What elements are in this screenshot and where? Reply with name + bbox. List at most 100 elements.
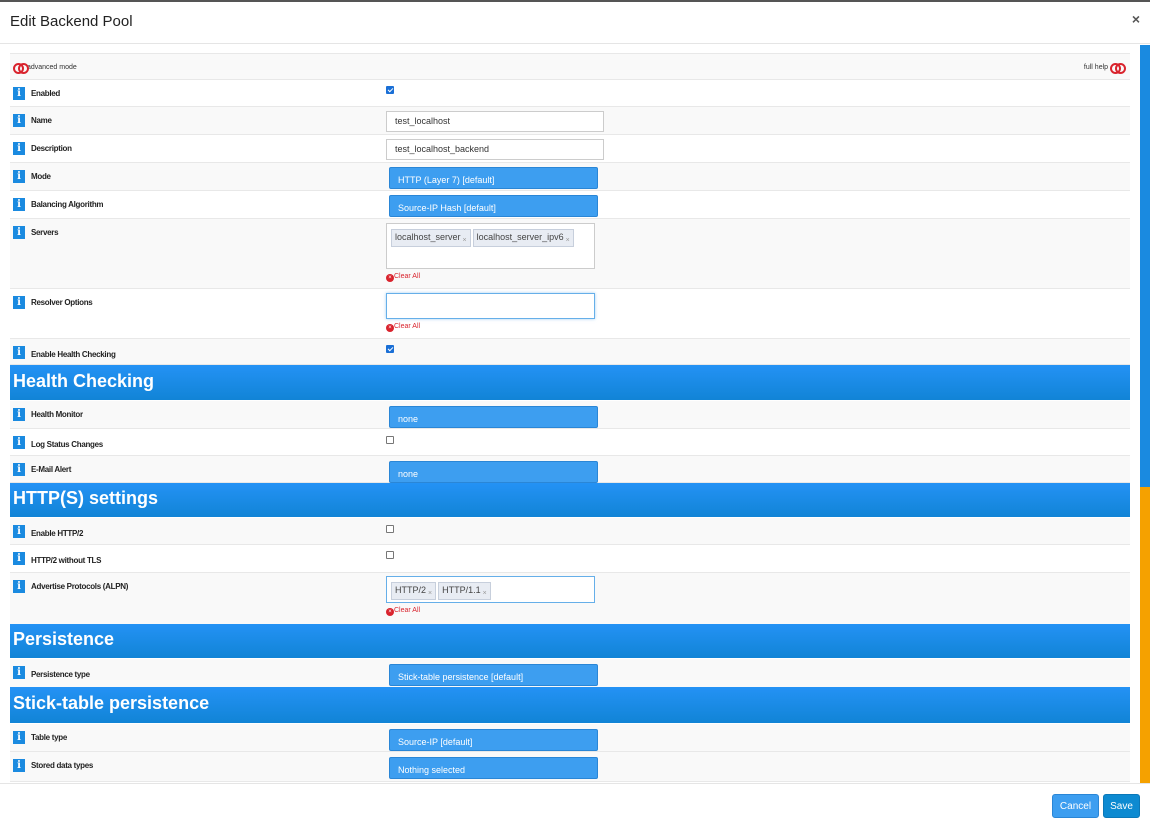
advanced-mode-toggle[interactable]: advanced mode: [13, 63, 77, 74]
toggle-icon: [13, 63, 29, 74]
mode-select[interactable]: HTTP (Layer 7) [default]: [389, 167, 598, 189]
info-icon[interactable]: i: [13, 114, 25, 127]
section-health-checking: Health Checking: [10, 365, 1130, 401]
field-label: HTTP/2 without TLS: [31, 556, 102, 565]
scrollbar-thumb[interactable]: [1140, 487, 1150, 783]
field-label: Balancing Algorithm: [31, 200, 104, 209]
info-icon[interactable]: i: [13, 170, 25, 183]
row-log-status-changes: i Log Status Changes: [10, 429, 1130, 456]
modal-header: Edit Backend Pool ×: [0, 2, 1150, 44]
section-title: Persistence: [13, 629, 115, 649]
clear-icon: ×: [386, 608, 394, 616]
close-button[interactable]: ×: [1132, 11, 1140, 27]
cancel-button[interactable]: Cancel: [1052, 794, 1099, 818]
info-icon[interactable]: i: [13, 463, 25, 476]
servers-clear-all[interactable]: × Clear All: [386, 273, 595, 282]
remove-tag-icon[interactable]: ×: [463, 237, 467, 244]
info-icon[interactable]: i: [13, 296, 25, 309]
info-icon[interactable]: i: [13, 142, 25, 155]
alpn-clear-all[interactable]: × Clear All: [386, 607, 595, 616]
scrollbar[interactable]: [1140, 45, 1150, 783]
remove-tag-icon[interactable]: ×: [483, 590, 487, 597]
balancing-algorithm-select[interactable]: Source-IP Hash [default]: [389, 195, 598, 217]
health-monitor-select[interactable]: none: [389, 406, 598, 428]
modal-footer: Cancel Save: [0, 783, 1150, 824]
field-label: Table type: [31, 733, 67, 742]
field-label: Description: [31, 144, 72, 153]
alpn-tag-input[interactable]: HTTP/2 × HTTP/1.1 ×: [386, 576, 595, 603]
info-icon[interactable]: i: [13, 87, 25, 100]
mode-bar: advanced mode full help: [10, 53, 1130, 80]
row-table-type: i Table type Source-IP [default]: [10, 724, 1130, 752]
section-title: Stick-table persistence: [13, 693, 210, 713]
row-health-monitor: i Health Monitor none: [10, 401, 1130, 429]
row-description: i Description test_localhost_backend: [10, 135, 1130, 163]
remove-tag-icon[interactable]: ×: [428, 590, 432, 597]
protocol-tag: HTTP/2 ×: [391, 582, 437, 600]
enable-health-checking-checkbox[interactable]: [386, 345, 394, 353]
section-persistence: Persistence: [10, 624, 1130, 659]
info-icon[interactable]: i: [13, 731, 25, 744]
resolver-clear-all[interactable]: × Clear All: [386, 323, 595, 332]
row-http2-without-tls: i HTTP/2 without TLS: [10, 545, 1130, 573]
log-status-changes-checkbox[interactable]: [386, 436, 394, 444]
field-label: Persistence type: [31, 670, 90, 679]
persistence-type-select[interactable]: Stick-table persistence [default]: [389, 664, 598, 686]
row-advertise-protocols: i Advertise Protocols (ALPN) HTTP/2 × HTTP…: [10, 573, 1130, 624]
field-label: Resolver Options: [31, 298, 93, 307]
info-icon[interactable]: i: [13, 580, 25, 593]
description-input[interactable]: test_localhost_backend: [386, 139, 604, 160]
info-icon[interactable]: i: [13, 198, 25, 211]
row-mode: i Mode HTTP (Layer 7) [default]: [10, 163, 1130, 191]
field-label: Name: [31, 116, 52, 125]
field-label: Enabled: [31, 89, 61, 98]
name-input[interactable]: test_localhost: [386, 111, 604, 132]
info-icon[interactable]: i: [13, 346, 25, 359]
field-label: Stored data types: [31, 761, 94, 770]
enabled-checkbox[interactable]: [386, 86, 394, 94]
servers-tag-input[interactable]: localhost_server × localhost_server_ipv6 ×: [386, 223, 595, 269]
server-tag: localhost_server_ipv6 ×: [472, 229, 574, 247]
row-name: i Name test_localhost: [10, 107, 1130, 135]
info-icon[interactable]: i: [13, 759, 25, 772]
full-help-label: full help: [1083, 63, 1109, 71]
row-balancing-algorithm: i Balancing Algorithm Source-IP Hash [de…: [10, 191, 1130, 219]
info-icon[interactable]: i: [13, 436, 25, 449]
modal-body: advanced mode full help i Enabled i Name…: [0, 45, 1150, 783]
row-enable-health-checking: i Enable Health Checking: [10, 339, 1130, 365]
email-alert-select[interactable]: none: [389, 461, 598, 483]
http2-without-tls-checkbox[interactable]: [386, 551, 394, 559]
row-servers: i Servers localhost_server × localhost_ser…: [10, 219, 1130, 289]
info-icon[interactable]: i: [13, 226, 25, 239]
field-label: Enable HTTP/2: [31, 529, 84, 538]
field-label: Advertise Protocols (ALPN): [31, 582, 129, 591]
clear-icon: ×: [386, 324, 394, 332]
alpn-control: HTTP/2 × HTTP/1.1 × × Clear All: [386, 576, 595, 616]
field-label: Enable Health Checking: [31, 350, 116, 359]
servers-control: localhost_server × localhost_server_ipv6 × …: [386, 223, 595, 282]
remove-tag-icon[interactable]: ×: [566, 237, 570, 244]
protocol-tag: HTTP/1.1 ×: [438, 582, 491, 600]
info-icon[interactable]: i: [13, 408, 25, 421]
info-icon[interactable]: i: [13, 552, 25, 565]
section-title: Health Checking: [13, 371, 155, 391]
enable-http2-checkbox[interactable]: [386, 525, 394, 533]
field-label: E-Mail Alert: [31, 465, 72, 474]
save-button[interactable]: Save: [1103, 794, 1140, 818]
clear-icon: ×: [386, 274, 394, 282]
field-label: Mode: [31, 172, 51, 181]
scrollbar-track[interactable]: [1140, 45, 1150, 487]
section-stick-table-persistence: Stick-table persistence: [10, 687, 1130, 724]
stored-data-types-select[interactable]: Nothing selected: [389, 757, 598, 779]
info-icon[interactable]: i: [13, 666, 25, 679]
field-label: Log Status Changes: [31, 440, 103, 449]
row-email-alert: i E-Mail Alert none: [10, 456, 1130, 483]
resolver-options-input[interactable]: [386, 293, 595, 319]
table-type-select[interactable]: Source-IP [default]: [389, 729, 598, 751]
field-label: Health Monitor: [31, 410, 83, 419]
row-stored-data-types: i Stored data types Nothing selected: [10, 752, 1130, 782]
toggle-icon: [1110, 63, 1126, 74]
row-enable-http2: i Enable HTTP/2: [10, 518, 1130, 545]
full-help-toggle[interactable]: full help: [1083, 63, 1126, 74]
info-icon[interactable]: i: [13, 525, 25, 538]
